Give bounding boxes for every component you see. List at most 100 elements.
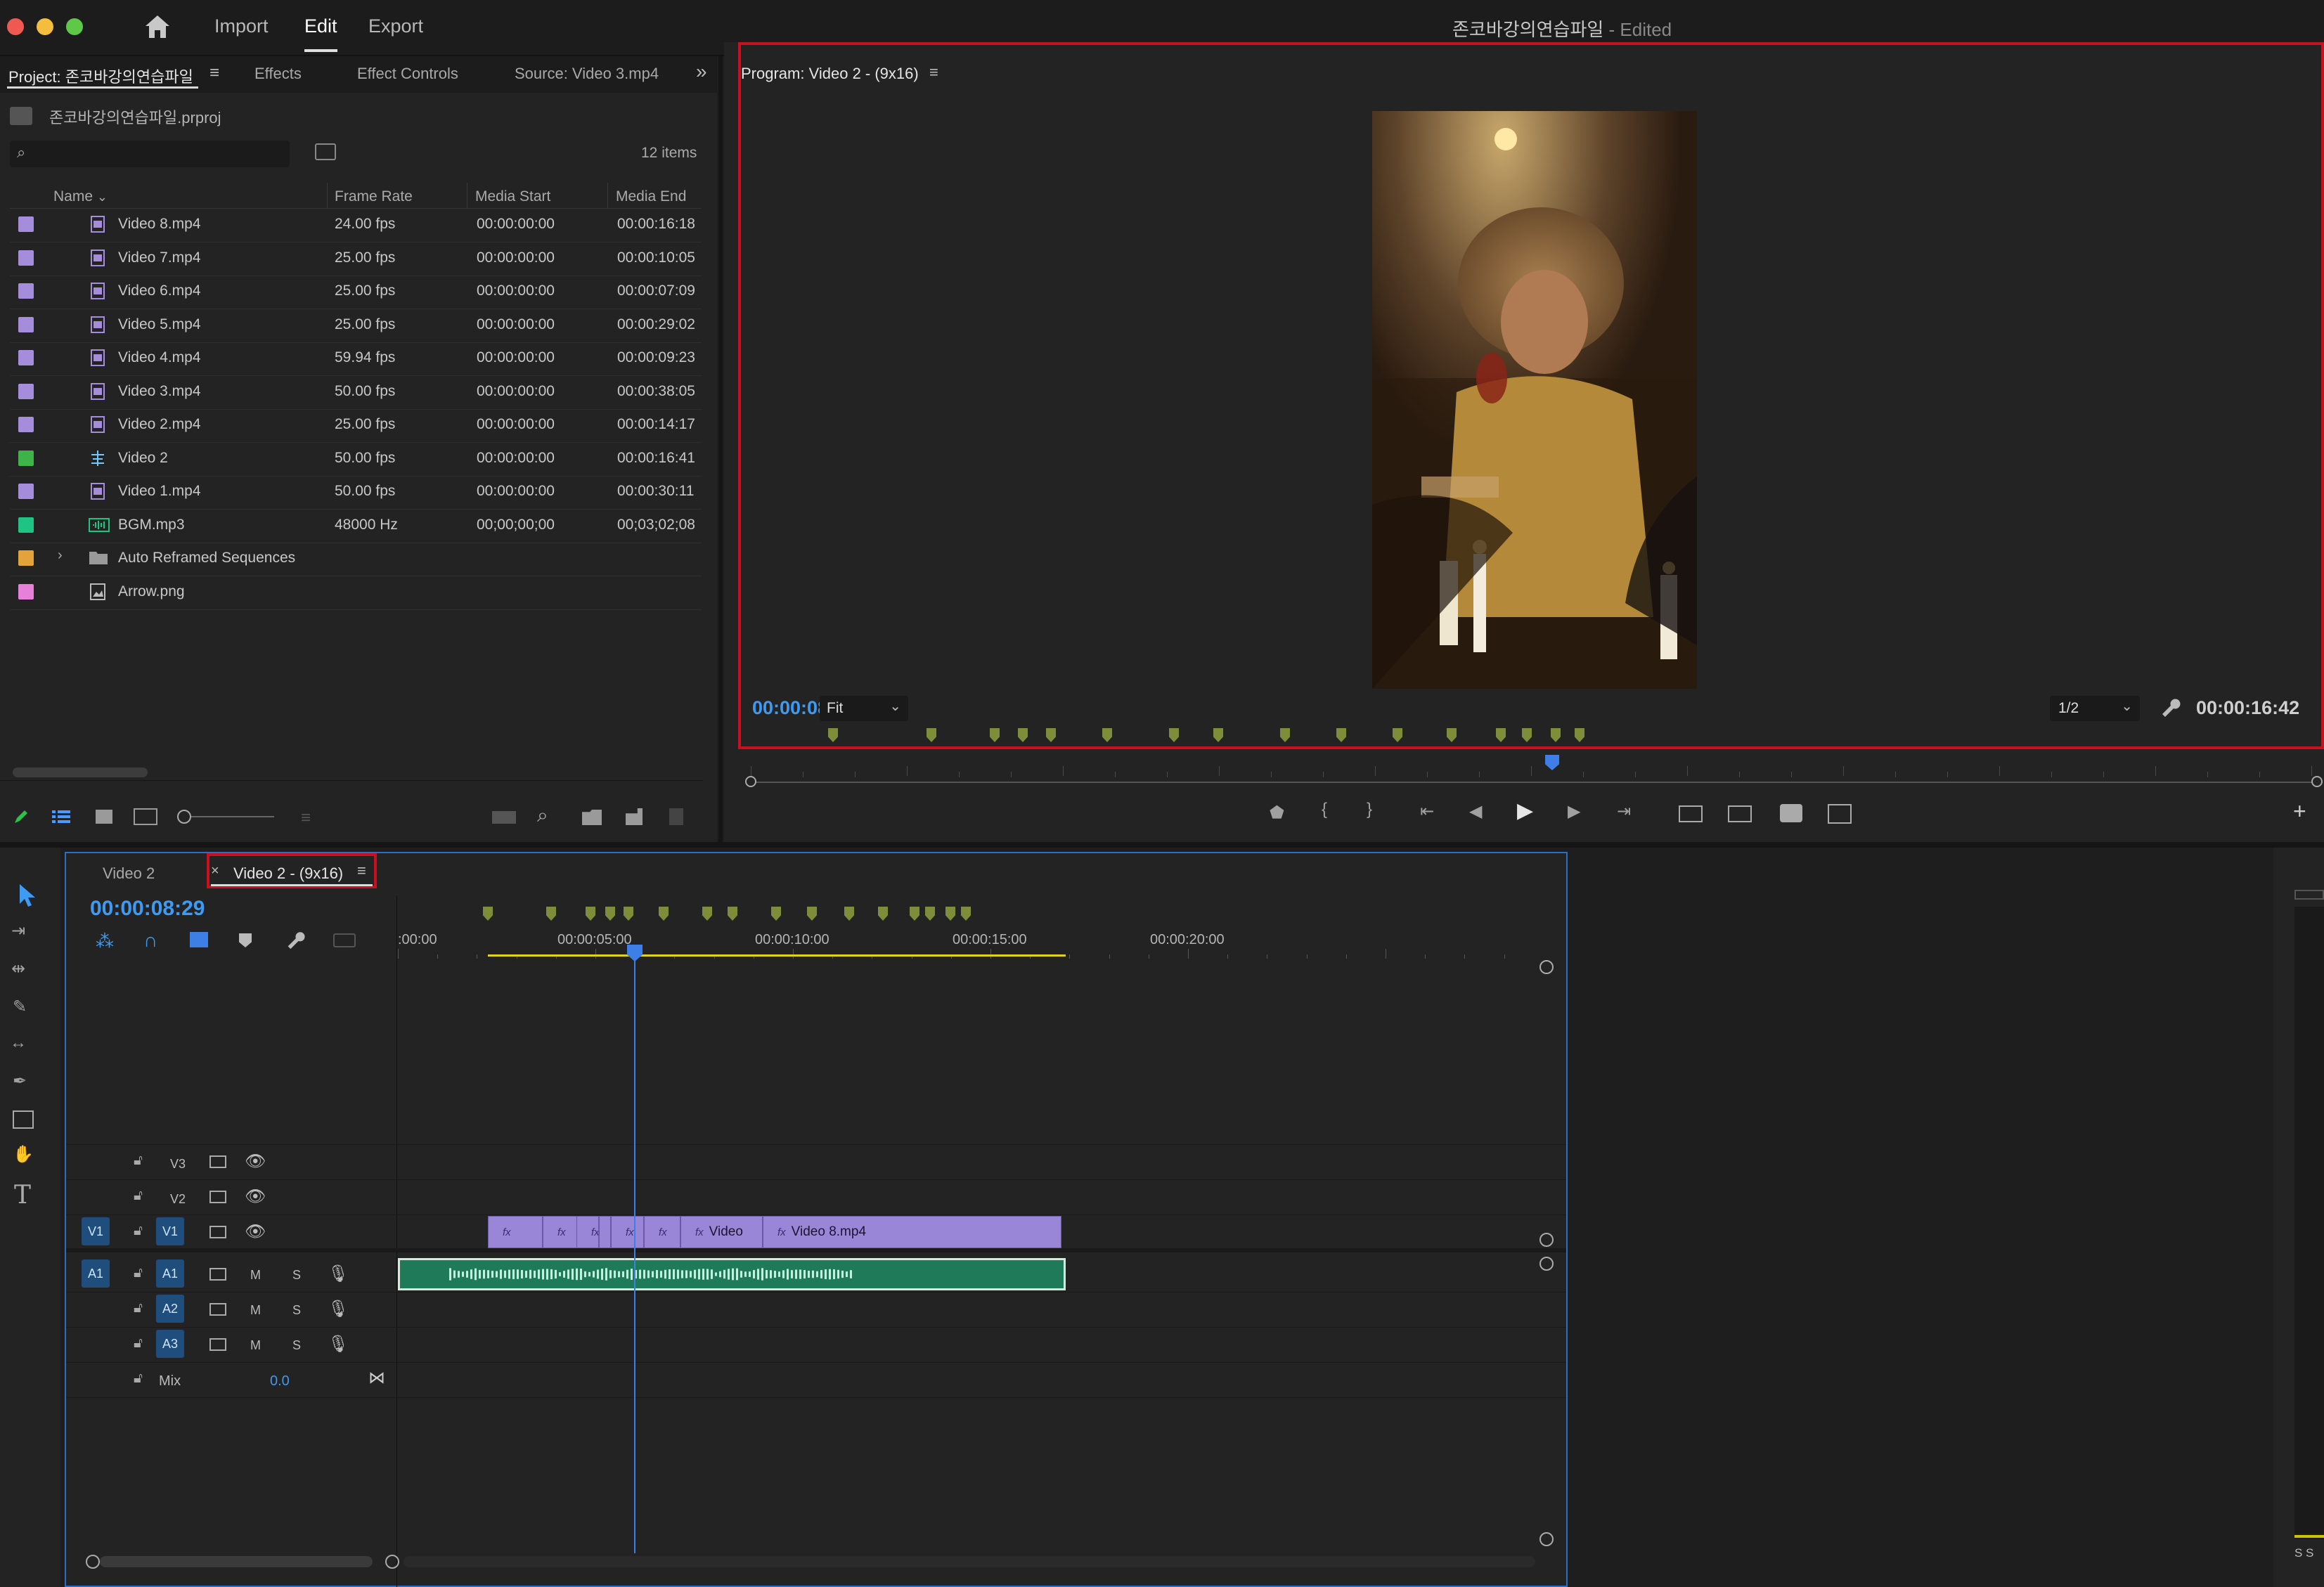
sequence-marker[interactable]: [910, 907, 919, 921]
label-color-swatch[interactable]: [18, 317, 34, 332]
nest-toggle-icon[interactable]: ⁂: [96, 931, 114, 952]
go-to-mixer-icon[interactable]: ⋈: [368, 1368, 385, 1388]
close-window-button[interactable]: [7, 18, 24, 35]
panel-splitter[interactable]: [718, 56, 723, 842]
sort-icon[interactable]: ≡: [301, 808, 322, 827]
minimize-window-button[interactable]: [37, 18, 53, 35]
list-item[interactable]: Video 2 50.00 fps 00:00:00:00 00:00:16:41: [10, 442, 702, 477]
list-item[interactable]: Video 2.mp4 25.00 fps 00:00:00:00 00:00:14:…: [10, 408, 702, 443]
track-select-tool-icon[interactable]: ⇥: [11, 921, 25, 941]
list-item[interactable]: › Auto Reframed Sequences: [10, 542, 702, 576]
sequence-marker[interactable]: [728, 907, 737, 921]
list-view-icon[interactable]: [51, 808, 72, 825]
eye-icon[interactable]: 👁︎: [245, 1151, 266, 1172]
list-item[interactable]: Arrow.png: [10, 576, 702, 610]
sync-lock-icon[interactable]: [209, 1338, 226, 1351]
lift-icon[interactable]: [1679, 805, 1703, 822]
fx-badge-icon[interactable]: fx: [659, 1217, 667, 1248]
panel-menu-icon[interactable]: ≡: [929, 63, 938, 82]
sequence-marker[interactable]: [961, 907, 971, 921]
step-back-icon[interactable]: ◀︎: [1469, 801, 1482, 822]
video-scroll-bottom-handle[interactable]: [1539, 1233, 1554, 1247]
extract-icon[interactable]: [1728, 805, 1752, 822]
solo-a1-button[interactable]: S: [292, 1268, 301, 1283]
mark-in-icon[interactable]: {: [1322, 800, 1327, 820]
linked-selection-icon[interactable]: [190, 932, 208, 947]
tab-source[interactable]: Source: Video 3.mp4: [515, 65, 659, 83]
selection-tool-icon[interactable]: [14, 881, 39, 909]
sequence-marker[interactable]: [878, 907, 888, 921]
zoom-slider-track[interactable]: [191, 816, 274, 817]
video-clip[interactable]: fx Video 7.mp4: [680, 1216, 763, 1248]
mute-a3-button[interactable]: M: [250, 1338, 261, 1353]
eye-icon[interactable]: 👁︎: [245, 1186, 266, 1207]
fx-badge-icon[interactable]: fx: [557, 1217, 566, 1248]
source-patch-a1[interactable]: A1: [82, 1259, 110, 1288]
list-item[interactable]: Video 6.mp4 25.00 fps 00:00:00:00 00:00:07:…: [10, 275, 702, 309]
audio-clip-bgm[interactable]: [398, 1258, 1066, 1290]
play-icon[interactable]: ▶︎: [1517, 798, 1533, 823]
sequence-marker[interactable]: [624, 907, 633, 921]
solo-a3-button[interactable]: S: [292, 1338, 301, 1353]
razor-tool-icon[interactable]: ✎: [13, 997, 27, 1017]
sequence-marker[interactable]: [586, 907, 595, 921]
column-frame-rate[interactable]: Frame Rate: [335, 188, 413, 205]
ripple-edit-tool-icon[interactable]: ⇹: [11, 959, 25, 979]
new-bin-icon[interactable]: [582, 810, 602, 825]
fx-badge-icon[interactable]: fx: [695, 1217, 704, 1248]
menu-export[interactable]: Export: [368, 15, 423, 37]
step-forward-icon[interactable]: ▶︎: [1568, 801, 1580, 822]
timeline-zoom-bar[interactable]: [100, 1556, 373, 1567]
search-input[interactable]: ⌕: [10, 141, 290, 167]
label-color-swatch[interactable]: [18, 384, 34, 399]
settings-wrench-icon[interactable]: [2158, 696, 2181, 718]
lock-icon[interactable]: 🔓︎: [134, 1335, 143, 1352]
track-v2-label[interactable]: V2: [170, 1192, 186, 1207]
sequence-marker[interactable]: [771, 907, 781, 921]
icon-view-icon[interactable]: [96, 810, 112, 824]
captions-icon[interactable]: [333, 933, 356, 947]
sequence-marker[interactable]: [659, 907, 669, 921]
work-area-bar[interactable]: [488, 954, 1066, 957]
timeline-playhead-line[interactable]: [634, 959, 635, 1553]
sync-lock-icon[interactable]: [209, 1303, 226, 1316]
column-media-end[interactable]: Media End: [616, 188, 686, 205]
close-tab-icon[interactable]: ×: [211, 863, 219, 879]
sequence-marker[interactable]: [605, 907, 615, 921]
video-clip[interactable]: fxVideo: [543, 1216, 577, 1248]
sequence-marker[interactable]: [702, 907, 712, 921]
comparison-view-icon[interactable]: [1828, 804, 1852, 824]
column-name[interactable]: Name ⌄: [53, 188, 108, 205]
label-color-swatch[interactable]: [18, 451, 34, 466]
label-color-swatch[interactable]: [18, 350, 34, 365]
video-clip[interactable]: fx Video 8.mp4: [763, 1216, 1061, 1248]
microphone-icon[interactable]: 🎙︎: [328, 1299, 349, 1319]
list-item[interactable]: Video 8.mp4 24.00 fps 00:00:00:00 00:00:16:…: [10, 208, 702, 242]
program-monitor-title[interactable]: Program: Video 2 - (9x16): [741, 65, 919, 83]
label-color-swatch[interactable]: [18, 550, 34, 566]
zoom-window-button[interactable]: [66, 18, 83, 35]
audio-scroll-bottom-handle[interactable]: [1539, 1532, 1554, 1546]
pencil-icon[interactable]: [13, 808, 30, 825]
list-item[interactable]: BGM.mp3 48000 Hz 00;00;00;00 00;03;02;08: [10, 509, 702, 543]
video-clip[interactable]: fx: [576, 1216, 599, 1248]
menu-import[interactable]: Import: [214, 15, 269, 37]
audio-scroll-top-handle[interactable]: [1539, 1257, 1554, 1271]
zoom-slider-handle[interactable]: [177, 810, 191, 824]
tab-effects[interactable]: Effects: [254, 65, 302, 83]
video-clip[interactable]: fxVide: [611, 1216, 644, 1248]
label-color-swatch[interactable]: [18, 517, 34, 533]
slip-tool-icon[interactable]: ↔: [10, 1033, 27, 1053]
mix-volume-value[interactable]: 0.0: [270, 1373, 290, 1390]
video-clip[interactable]: fxVideo 1.mp4: [488, 1216, 543, 1248]
export-frame-icon[interactable]: [1780, 804, 1802, 822]
label-color-swatch[interactable]: [18, 216, 34, 232]
panel-menu-icon[interactable]: ≡: [209, 63, 219, 83]
sync-lock-icon[interactable]: [209, 1155, 226, 1168]
expand-chevron-icon[interactable]: ›: [58, 548, 63, 564]
sequence-marker[interactable]: [925, 907, 935, 921]
sequence-marker[interactable]: [546, 907, 556, 921]
lock-icon[interactable]: 🔓︎: [134, 1300, 143, 1316]
timeline-settings-wrench-icon[interactable]: [284, 929, 305, 950]
label-color-swatch[interactable]: [18, 250, 34, 266]
